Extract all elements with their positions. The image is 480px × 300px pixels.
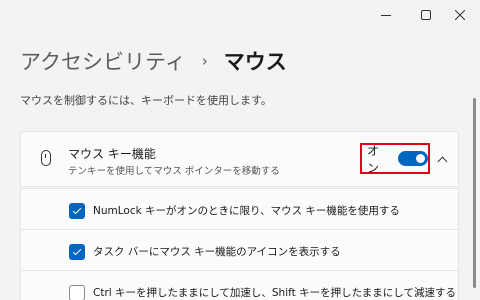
mouse-keys-title: マウス キー機能 [68, 147, 156, 161]
option-label: タスク バーにマウス キー機能のアイコンを表示する [93, 246, 341, 258]
title-bar [0, 0, 480, 30]
chevron-up-icon[interactable] [435, 152, 449, 166]
checkmark-icon [72, 205, 82, 214]
mouse-keys-toggle-highlight: オン [360, 143, 430, 175]
taskbar-icon-checkbox[interactable] [69, 244, 85, 260]
page-description: マウスを制御するには、キーボードを使用します。 [20, 94, 272, 107]
option-row[interactable]: Ctrl キーを押したままにして加速し、Shift キーを押したままにして減速す… [20, 270, 459, 300]
option-label: NumLock キーがオンのときに限り、マウス キー機能を使用する [93, 205, 400, 217]
mouse-keys-toggle[interactable] [397, 151, 428, 166]
minimize-button[interactable] [366, 0, 406, 30]
option-row[interactable]: タスク バーにマウス キー機能のアイコンを表示する [20, 229, 459, 274]
breadcrumb-parent-link[interactable]: アクセシビリティ [20, 46, 186, 76]
maximize-icon [421, 10, 431, 20]
minimize-icon [381, 14, 391, 16]
close-button[interactable] [440, 0, 480, 30]
option-label: Ctrl キーを押したままにして加速し、Shift キーを押したままにして減速す… [93, 287, 456, 299]
scrollbar[interactable] [473, 98, 476, 288]
checkmark-icon [72, 246, 82, 255]
close-icon [455, 10, 465, 20]
page-title: マウス [223, 50, 287, 74]
mouse-icon [41, 150, 51, 166]
option-row[interactable]: NumLock キーがオンのときに限り、マウス キー機能を使用する [20, 188, 459, 233]
mouse-keys-subtitle: テンキーを使用してマウス ポインターを移動する [68, 166, 280, 177]
mouse-keys-card[interactable]: マウス キー機能 テンキーを使用してマウス ポインターを移動する オン [20, 131, 459, 187]
ctrl-shift-speed-checkbox[interactable] [69, 285, 85, 300]
numlock-only-checkbox[interactable] [69, 203, 85, 219]
toggle-knob [416, 154, 425, 163]
toggle-state-label: オン [367, 143, 380, 175]
breadcrumb: アクセシビリティ › マウス [20, 44, 287, 78]
breadcrumb-chevron-icon: › [201, 52, 208, 70]
